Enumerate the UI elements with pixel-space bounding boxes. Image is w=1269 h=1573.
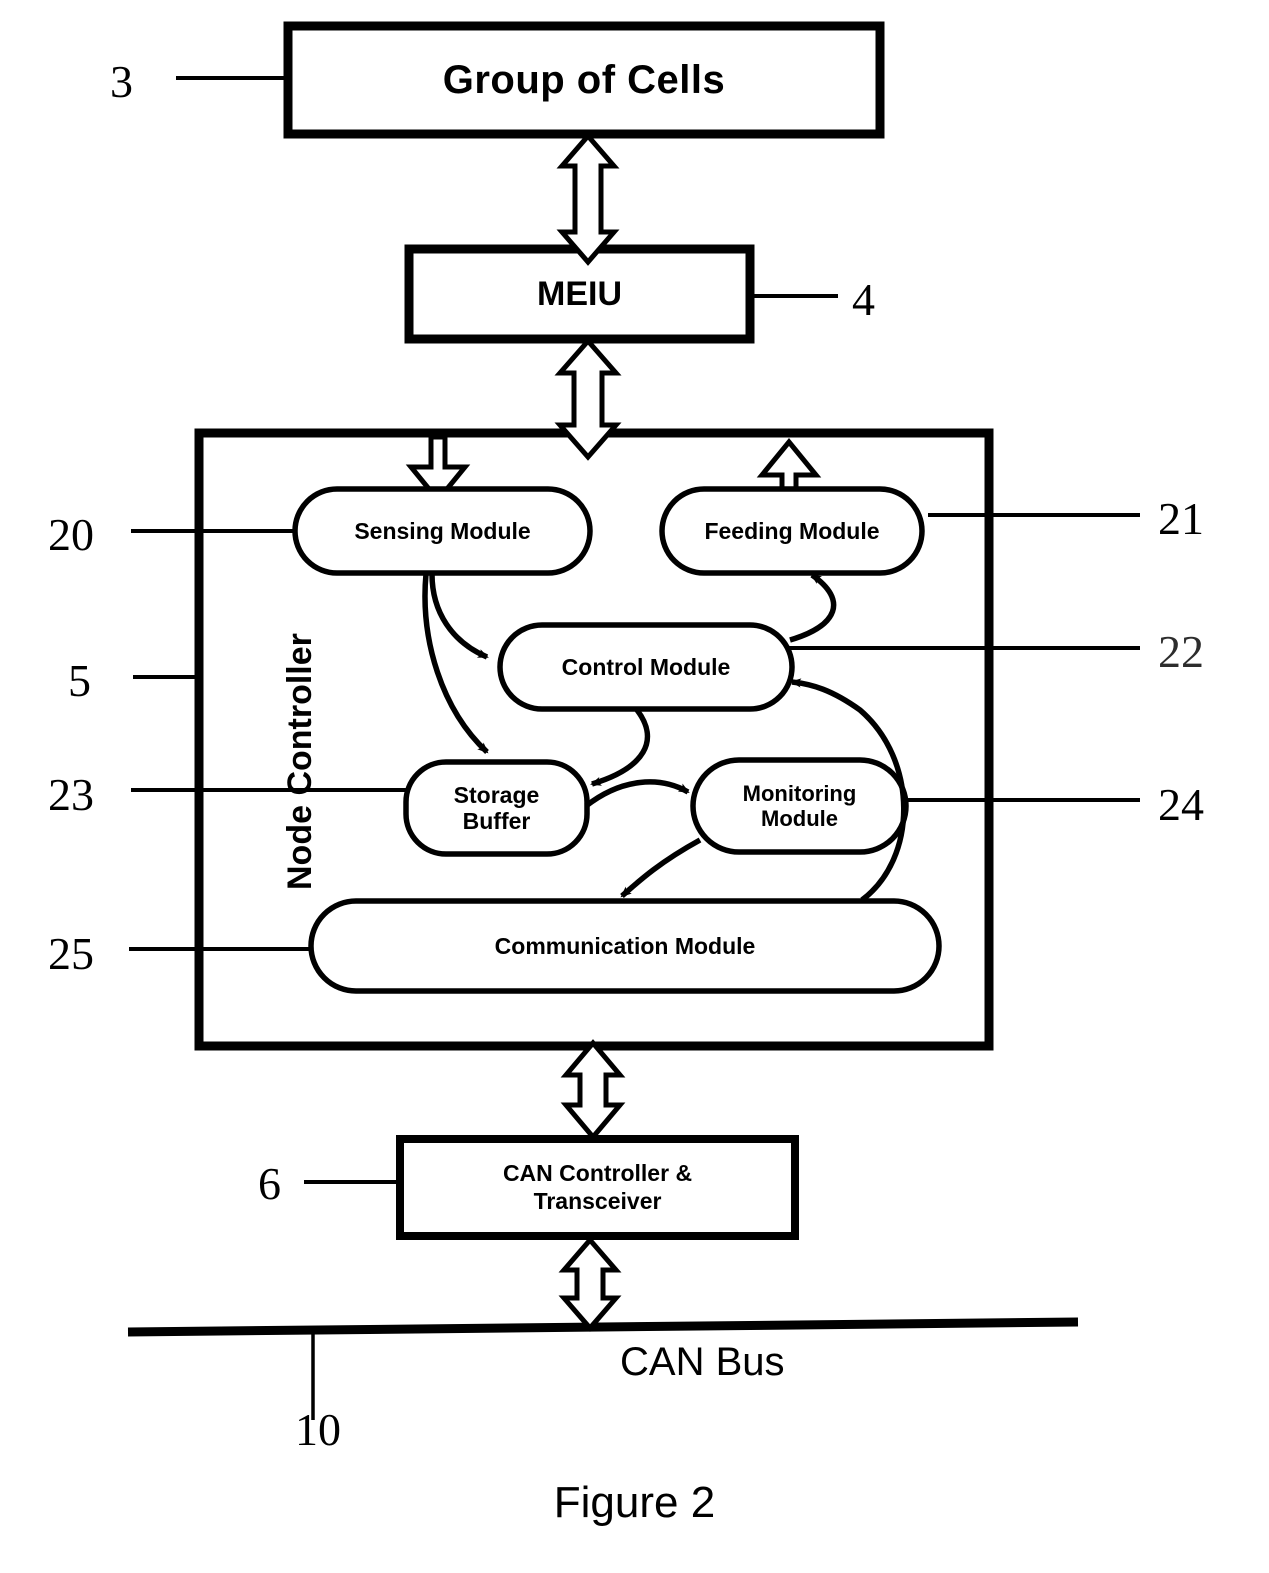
can-controller-label: CAN Controller & Transceiver — [400, 1139, 795, 1236]
ref-numeral-23: 23 — [48, 769, 94, 820]
sensing-module-label: Sensing Module — [354, 517, 531, 544]
can-bus-label: CAN Bus — [620, 1340, 785, 1384]
ref-numeral-22: 22 — [1158, 626, 1204, 677]
node-controller-label: Node Controller — [281, 633, 319, 890]
can-bus-line — [127, 1317, 1079, 1337]
ref-numeral-24: 24 — [1158, 779, 1204, 830]
arrow-cancontroller-canbus — [558, 1236, 622, 1332]
can-controller-label-line1: CAN Controller & — [502, 1160, 693, 1187]
figure-caption: Figure 2 — [553, 1478, 716, 1527]
storage-buffer-label-line2: Buffer — [462, 808, 531, 834]
ref-numeral-25: 25 — [48, 928, 94, 979]
meiu-label: MEIU — [537, 274, 622, 313]
monitoring-module-label-line1: Monitoring — [742, 780, 857, 806]
ref-numeral-20: 20 — [48, 509, 94, 560]
ref-numeral-10: 10 — [295, 1404, 341, 1455]
communication-module-label: Communication Module — [494, 932, 756, 959]
arrow-nodecontroller-cancontroller — [560, 1039, 626, 1141]
ref-numeral-21: 21 — [1158, 493, 1204, 544]
storage-buffer-label: Storage Buffer — [406, 762, 587, 854]
ref-numeral-5: 5 — [68, 655, 91, 706]
storage-buffer-label-line1: Storage — [453, 781, 540, 808]
group-of-cells-label: Group of Cells — [442, 57, 726, 102]
ref-numeral-4: 4 — [852, 274, 875, 325]
can-controller-label-line2: Transceiver — [533, 1187, 662, 1214]
arrow-cells-meiu — [556, 132, 620, 266]
monitoring-module-label: Monitoring Module — [693, 760, 906, 852]
diagram-svg — [127, 21, 1140, 1420]
feeding-module-label: Feeding Module — [704, 517, 880, 544]
control-module-label: Control Module — [561, 653, 731, 680]
ref-numeral-6: 6 — [258, 1158, 281, 1209]
figure-canvas: Group of Cells MEIU Node Controller Sens… — [0, 0, 1269, 1573]
ref-numeral-3: 3 — [110, 56, 133, 107]
monitoring-module-label-line2: Module — [761, 806, 838, 831]
